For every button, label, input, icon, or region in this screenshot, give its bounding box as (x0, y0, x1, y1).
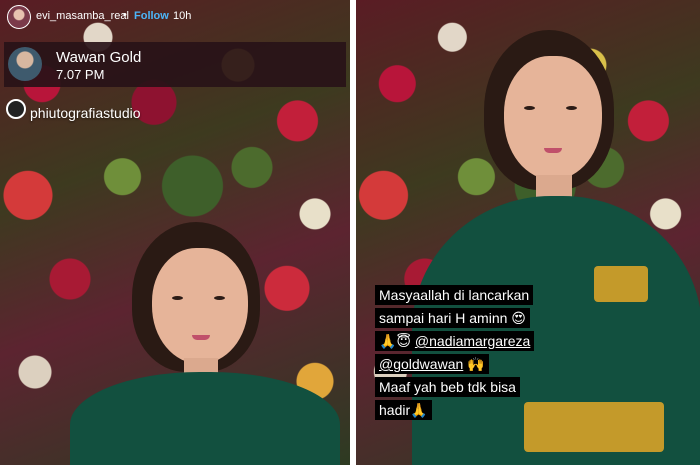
inner-profile-avatar-icon (8, 47, 42, 81)
inner-post-name: Wawan Gold (56, 49, 142, 66)
photo-credit: phiutografiastudio (30, 105, 141, 121)
story-time: 10h (173, 10, 192, 22)
caption-line-4: @goldwawan 🙌 (375, 354, 489, 374)
story-right-panel: Masyaallah di lancarkan sampai hari H am… (356, 0, 700, 465)
mention-nadiamargareza[interactable]: @nadiamargareza (415, 333, 530, 349)
follow-button[interactable]: Follow (134, 10, 169, 22)
caption-line-1: Masyaallah di lancarkan (375, 285, 534, 305)
caption-line-2: sampai hari H aminn 😍 (375, 308, 530, 328)
header-separator: • (123, 9, 127, 21)
caption-line-6: hadir🙏 (375, 400, 432, 420)
story-left-panel: evi_masamba_real • Follow 10h Wawan Gold… (0, 0, 350, 465)
caption-emoji-3: 🙏😇 (379, 333, 412, 349)
profile-avatar-icon[interactable] (7, 5, 31, 29)
caption-line-3: 🙏😇 @nadiamargareza (375, 331, 535, 351)
inner-post-time: 7.07 PM (56, 67, 105, 82)
story-username[interactable]: evi_masamba_real (36, 10, 129, 22)
inner-screenshot: Wawan Gold 7.07 PM phiutografiastudio (4, 42, 346, 465)
mention-goldwawan[interactable]: @goldwawan (379, 356, 463, 372)
caption-line-5: Maaf yah beb tdk bisa (375, 377, 520, 397)
camera-studio-icon (6, 99, 26, 119)
caption-emoji-4: 🙌 (467, 356, 485, 372)
